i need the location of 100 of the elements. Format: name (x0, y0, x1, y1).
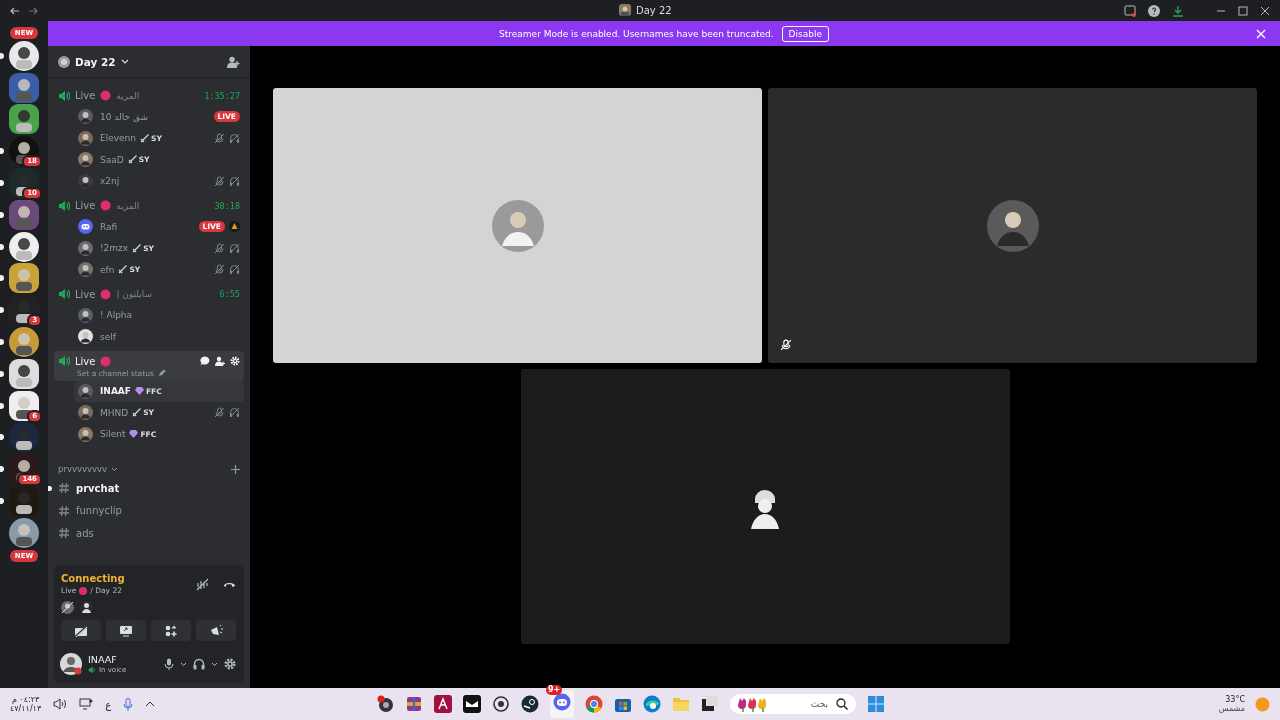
add-member-icon[interactable] (227, 55, 240, 68)
server-icon[interactable] (9, 358, 39, 389)
server-icon[interactable] (9, 72, 39, 103)
text-channel[interactable]: prvchat (54, 477, 244, 500)
deafened-icon (229, 407, 240, 419)
discord-icon[interactable] (553, 693, 571, 711)
pencil-icon[interactable] (157, 369, 166, 377)
back-icon[interactable] (10, 5, 20, 16)
clock-time[interactable]: ٠٤:٢٣ م (11, 695, 40, 704)
channel-status: المزيه (116, 200, 140, 211)
add-member-icon[interactable] (215, 356, 225, 366)
user-name: ! Alpha (100, 310, 133, 321)
forward-icon[interactable] (28, 5, 38, 16)
server-icon[interactable] (9, 104, 39, 135)
caret-icon[interactable] (111, 466, 119, 472)
app-icon[interactable] (492, 695, 510, 713)
server-icon (58, 55, 70, 68)
server-icon[interactable] (9, 40, 39, 71)
user-name: SaaD (100, 154, 124, 165)
chevron-up-icon[interactable] (145, 701, 156, 707)
channel-name: Live (75, 288, 96, 300)
app-icon[interactable] (376, 695, 394, 713)
soundboard-button[interactable] (196, 620, 236, 641)
server-icon[interactable] (9, 263, 39, 294)
language-indicator[interactable]: ع (105, 698, 112, 710)
archive-icon[interactable] (405, 695, 423, 713)
hashtag-icon (58, 482, 70, 495)
voice-user[interactable]: x2nj (74, 170, 244, 192)
text-channel[interactable]: funnyclip (54, 499, 244, 522)
server-icon[interactable] (9, 199, 39, 230)
microphone-icon[interactable] (123, 697, 134, 711)
channel-name: Live (75, 200, 96, 211)
weather-condition[interactable]: مشمس (1218, 704, 1245, 713)
help-icon[interactable] (1148, 4, 1160, 17)
channel-status: المزيه (116, 90, 140, 101)
soundboard-icon (209, 624, 223, 637)
app-icon[interactable] (521, 695, 539, 713)
category-name[interactable]: prvvvvvvvv (58, 464, 108, 474)
download-icon[interactable] (1172, 4, 1184, 17)
user-name: efn (100, 264, 115, 275)
camera-off-button[interactable] (61, 620, 101, 641)
server-icon[interactable] (9, 231, 39, 262)
server-icon[interactable] (9, 326, 39, 357)
clock-date[interactable]: ٤٧/١١/١٣ (10, 704, 42, 713)
speaker-icon (58, 199, 70, 212)
inbox-icon[interactable] (1124, 4, 1136, 17)
speaker-icon (58, 89, 70, 102)
video-tile[interactable] (520, 369, 1010, 644)
browser-icon[interactable] (643, 695, 661, 713)
caret-icon[interactable] (211, 661, 218, 667)
hang-up-icon[interactable] (223, 580, 236, 588)
video-tile[interactable] (768, 88, 1257, 363)
server-icon[interactable] (9, 422, 39, 453)
avatar (78, 130, 93, 146)
windows-start-icon[interactable] (867, 695, 885, 713)
headphones-icon[interactable] (193, 658, 205, 670)
text-channel[interactable]: ads (54, 522, 244, 545)
add-icon[interactable] (231, 464, 240, 474)
settings-icon[interactable] (224, 658, 236, 670)
app-icon[interactable] (701, 695, 719, 713)
voice-user[interactable]: self (74, 326, 244, 348)
search-icon (836, 698, 848, 710)
video-tile[interactable] (273, 88, 762, 363)
browser-icon[interactable] (585, 695, 603, 713)
app-icon[interactable] (463, 695, 481, 713)
avatar (986, 199, 1039, 252)
gem-icon (134, 387, 144, 396)
temperature[interactable]: 33°C (1225, 695, 1245, 704)
status-dot-icon (100, 288, 112, 300)
server-icon[interactable] (9, 390, 39, 421)
server-icon[interactable] (9, 517, 39, 548)
chat-icon[interactable] (200, 356, 210, 366)
disable-button[interactable]: Disable (781, 25, 829, 42)
sword-icon (132, 408, 142, 418)
microphone-icon[interactable] (164, 658, 174, 670)
user-name: Rafi (100, 221, 118, 232)
hashtag-icon (58, 504, 70, 517)
network-icon[interactable] (79, 698, 94, 710)
status-dot-icon (100, 90, 112, 101)
user-name: self (100, 331, 116, 342)
avatar[interactable] (60, 653, 82, 675)
server-name[interactable]: Day 22 (75, 55, 116, 68)
activities-button[interactable] (151, 620, 191, 641)
speaker-icon[interactable] (53, 698, 68, 710)
screen-share-button[interactable] (106, 620, 146, 641)
notification-badge: 9+ (546, 685, 563, 695)
user-name: !2mzx (100, 243, 129, 254)
caret-icon[interactable] (180, 661, 187, 667)
voice-user[interactable]: ! Alpha (74, 304, 244, 326)
search-field[interactable]: بحث (730, 694, 856, 714)
speaker-icon (58, 288, 70, 300)
tulip-icon (738, 696, 768, 712)
avatar (78, 307, 93, 323)
close-icon[interactable] (1260, 5, 1270, 16)
maximize-icon[interactable] (1238, 5, 1248, 16)
server-icon[interactable] (9, 485, 39, 516)
connection-status: Connecting (61, 573, 126, 584)
noise-suppression-icon[interactable] (196, 577, 209, 591)
app-icon[interactable] (434, 695, 452, 713)
avatar (78, 152, 93, 168)
